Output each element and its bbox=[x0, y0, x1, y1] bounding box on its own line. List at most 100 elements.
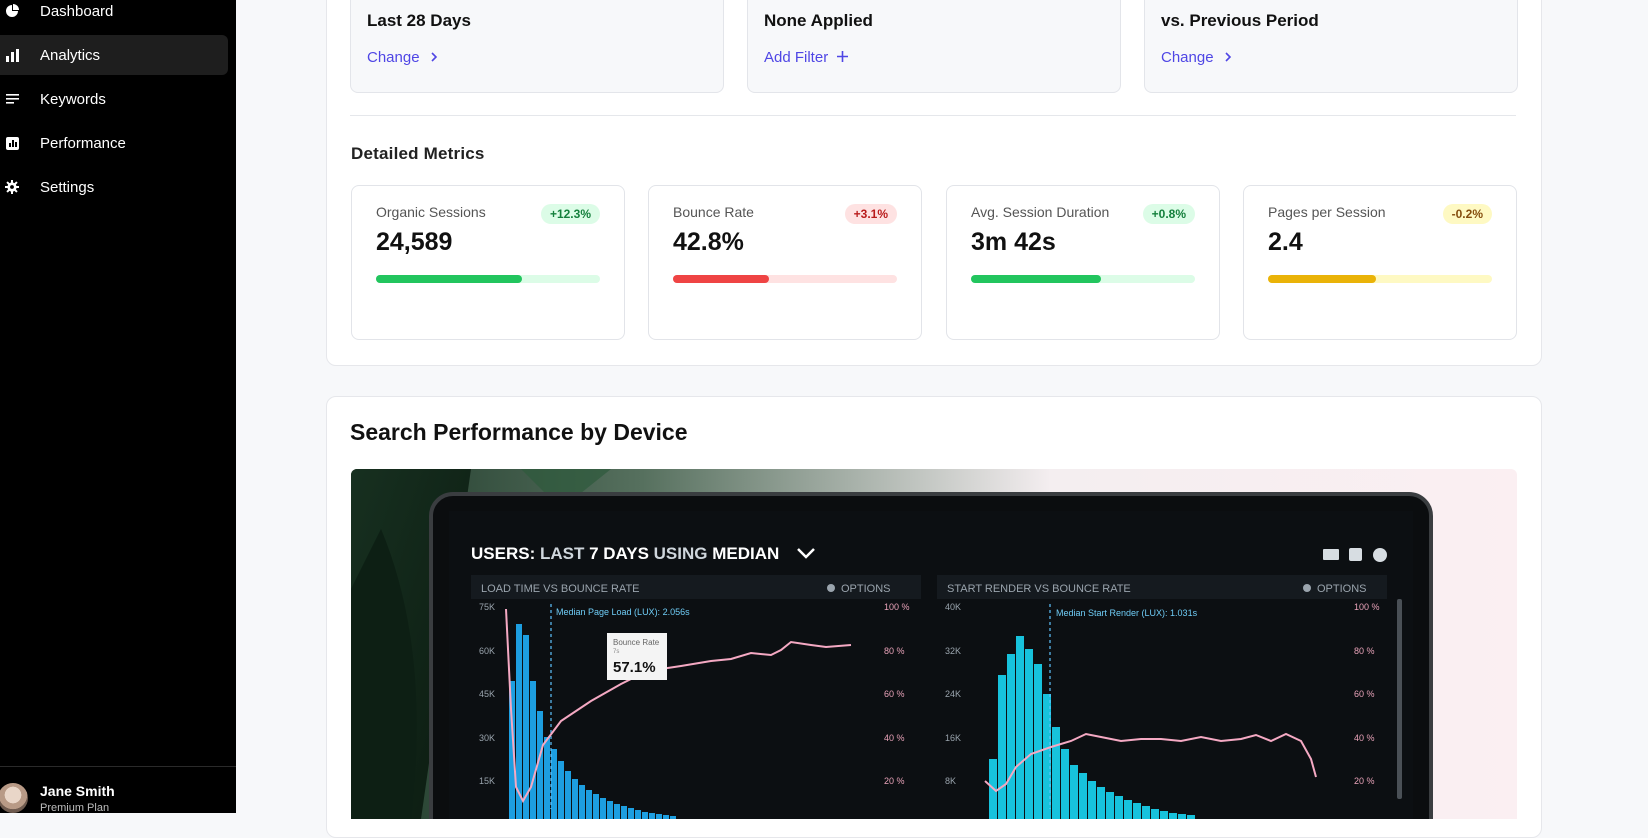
image-icon bbox=[1349, 548, 1362, 561]
change-badge: +12.3% bbox=[540, 204, 600, 224]
progress-track bbox=[376, 275, 600, 283]
filter-value: Last 28 Days bbox=[367, 11, 471, 30]
sidebar-item-dashboard[interactable]: Dashboard bbox=[0, 0, 228, 31]
change-comparison-link[interactable]: Change bbox=[1161, 49, 1233, 66]
left-y-tick: 60K bbox=[479, 646, 495, 656]
left-median-label: Median Page Load (LUX): 2.056s bbox=[556, 607, 690, 617]
image-header-last: LAST bbox=[540, 544, 589, 563]
metric-label: Avg. Session Duration bbox=[971, 204, 1110, 220]
left-y-tick: 30K bbox=[479, 733, 495, 743]
link-label: Change bbox=[1161, 49, 1214, 66]
monitor-icon bbox=[1323, 549, 1339, 560]
left-y2-tick: 40 % bbox=[884, 733, 905, 743]
metric-value: 2.4 bbox=[1268, 228, 1303, 256]
sidebar-item-keywords[interactable]: Keywords bbox=[0, 79, 228, 119]
filter-comparison: vs. Previous Period Change bbox=[1144, 0, 1518, 93]
right-y2-tick: 20 % bbox=[1354, 776, 1375, 786]
filter-value: None Applied bbox=[764, 11, 873, 30]
filter-date-range: Last 28 Days Change bbox=[350, 0, 724, 93]
change-badge: +3.1% bbox=[844, 204, 897, 224]
user-plan: Premium Plan bbox=[40, 802, 110, 814]
metric-card-organic-sessions: Organic Sessions +12.3% 24,589 bbox=[351, 185, 625, 340]
progress-fill bbox=[971, 275, 1101, 283]
progress-track bbox=[971, 275, 1195, 283]
sidebar-item-analytics[interactable]: Analytics bbox=[0, 35, 228, 75]
left-y2-tick: 60 % bbox=[884, 689, 905, 699]
right-y2-tick: 80 % bbox=[1354, 646, 1375, 656]
progress-fill bbox=[376, 275, 522, 283]
chevron-right-icon bbox=[1225, 52, 1231, 62]
sidebar-item-label: Keywords bbox=[40, 90, 106, 108]
change-badge: -0.2% bbox=[1442, 204, 1492, 224]
right-y-tick: 8K bbox=[945, 776, 956, 786]
metric-label: Pages per Session bbox=[1268, 204, 1386, 220]
add-filter-link[interactable]: Add Filter bbox=[764, 49, 849, 66]
sidebar: Dashboard Analytics Keywords Performance… bbox=[0, 0, 236, 814]
right-panel-title: START RENDER VS BOUNCE RATE bbox=[947, 583, 1131, 595]
sidebar-item-performance[interactable]: Performance bbox=[0, 123, 228, 163]
options-icon bbox=[827, 584, 835, 592]
change-date-link[interactable]: Change bbox=[367, 49, 439, 66]
filter-segments: None Applied Add Filter bbox=[747, 0, 1121, 93]
gear-icon bbox=[4, 179, 20, 195]
section-title: Detailed Metrics bbox=[351, 144, 485, 163]
image-header-users: USERS: bbox=[471, 544, 540, 563]
metric-value: 3m 42s bbox=[971, 228, 1056, 256]
progress-track bbox=[673, 275, 897, 283]
metric-label: Bounce Rate bbox=[673, 204, 754, 220]
sidebar-item-label: Dashboard bbox=[40, 2, 114, 20]
list-icon bbox=[4, 91, 20, 107]
image-header-days: 7 DAYS bbox=[589, 544, 654, 563]
bar-chart-icon bbox=[4, 47, 20, 63]
metric-card-pages-per-session: Pages per Session -0.2% 2.4 bbox=[1243, 185, 1517, 340]
user-profile[interactable]: Jane Smith Premium Plan bbox=[0, 766, 236, 814]
dashboard-photo: USERS: LAST 7 DAYS USING MEDIAN LOAD TIM… bbox=[351, 469, 1517, 819]
left-y2-tick: 80 % bbox=[884, 646, 905, 656]
avatar bbox=[0, 783, 28, 813]
sidebar-item-label: Analytics bbox=[40, 46, 101, 64]
left-y-tick: 15K bbox=[479, 776, 495, 786]
image-header-median: MEDIAN bbox=[712, 544, 779, 563]
link-label: Add Filter bbox=[764, 49, 829, 66]
metric-label: Organic Sessions bbox=[376, 204, 486, 220]
plus-icon bbox=[837, 51, 849, 62]
divider bbox=[350, 115, 1516, 116]
change-badge: +0.8% bbox=[1142, 204, 1195, 224]
pie-chart-icon bbox=[4, 3, 20, 19]
left-panel-title: LOAD TIME VS BOUNCE RATE bbox=[481, 583, 640, 595]
scrollbar[interactable] bbox=[1397, 599, 1402, 799]
image-header-using: USING bbox=[654, 544, 713, 563]
chevron-right-icon bbox=[431, 52, 437, 62]
right-y2-tick: 60 % bbox=[1354, 689, 1375, 699]
right-y-tick: 24K bbox=[945, 689, 961, 699]
link-label: Change bbox=[367, 49, 420, 66]
sidebar-item-settings[interactable]: Settings bbox=[0, 167, 228, 207]
left-panel-options: OPTIONS bbox=[841, 583, 891, 595]
right-y-tick: 40K bbox=[945, 602, 961, 612]
left-y-tick: 75K bbox=[479, 602, 495, 612]
metric-card-bounce-rate: Bounce Rate +3.1% 42.8% bbox=[648, 185, 922, 340]
svg-text:USERS: LAST 7 DAYS USING MEDIA: USERS: LAST 7 DAYS USING MEDIAN bbox=[471, 544, 779, 563]
metric-value: 24,589 bbox=[376, 228, 453, 256]
progress-track bbox=[1268, 275, 1492, 283]
right-y2-tick: 100 % bbox=[1354, 602, 1380, 612]
left-y2-tick: 100 % bbox=[884, 602, 910, 612]
chart-square-icon bbox=[4, 135, 20, 151]
left-y-tick: 45K bbox=[479, 689, 495, 699]
progress-fill bbox=[1268, 275, 1376, 283]
right-median-label: Median Start Render (LUX): 1.031s bbox=[1056, 608, 1198, 618]
right-y-tick: 16K bbox=[945, 733, 961, 743]
right-panel-options: OPTIONS bbox=[1317, 583, 1367, 595]
left-y2-tick: 20 % bbox=[884, 776, 905, 786]
metric-card-session-duration: Avg. Session Duration +0.8% 3m 42s bbox=[946, 185, 1220, 340]
user-name: Jane Smith bbox=[40, 783, 115, 799]
tooltip-sub: 7s bbox=[613, 649, 619, 655]
filter-value: vs. Previous Period bbox=[1161, 11, 1319, 30]
options-icon bbox=[1303, 584, 1311, 592]
section-title: Search Performance by Device bbox=[350, 419, 688, 445]
sidebar-item-label: Performance bbox=[40, 134, 126, 152]
right-y-tick: 32K bbox=[945, 646, 961, 656]
help-icon bbox=[1373, 548, 1387, 562]
sidebar-item-label: Settings bbox=[40, 178, 95, 196]
progress-fill bbox=[673, 275, 770, 283]
